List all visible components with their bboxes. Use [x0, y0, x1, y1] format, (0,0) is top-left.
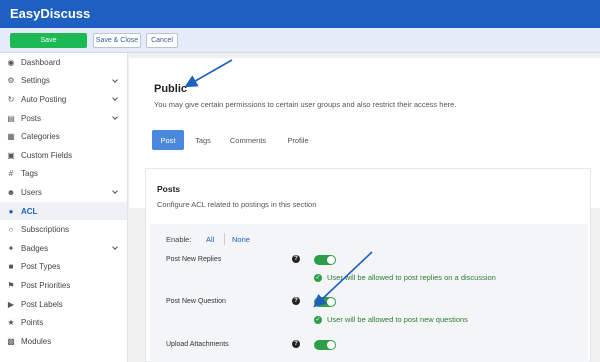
annotation-arrows	[184, 59, 373, 308]
arrow-to-title	[184, 59, 233, 88]
arrow-to-toggle	[313, 251, 373, 308]
